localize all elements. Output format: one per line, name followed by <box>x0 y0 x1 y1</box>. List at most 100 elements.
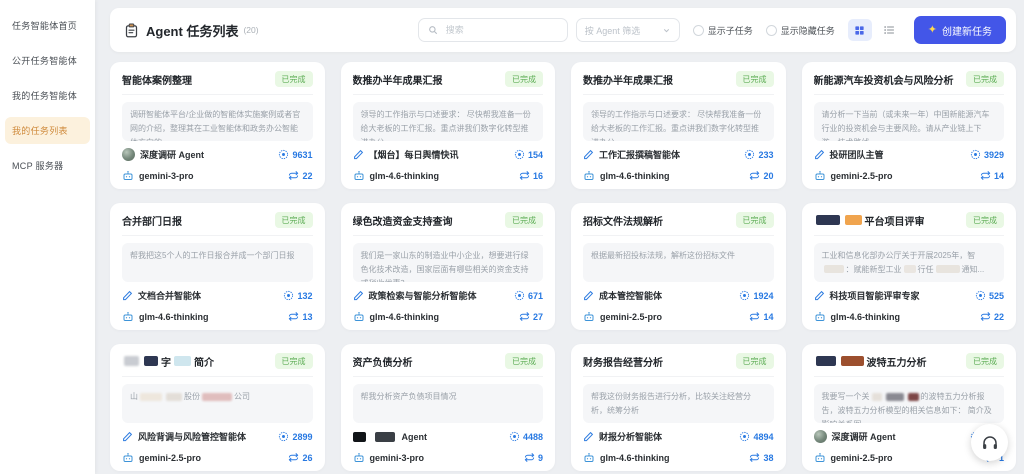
support-headphones-button[interactable] <box>971 424 1008 461</box>
status-badge: 已完成 <box>275 71 313 87</box>
redacted-text <box>140 393 162 401</box>
view-toggles <box>848 19 901 41</box>
pen-icon <box>353 290 364 301</box>
redacted-text <box>144 356 158 366</box>
views-stat: 9631 <box>278 149 312 160</box>
task-description: 帮我把这5个人的工作日报合并成一个部门日报 <box>122 243 313 282</box>
loops-stat: 16 <box>519 170 543 181</box>
task-description: 请分析一下当前（或未来一年）中国新能源汽车行业的投资机会与主要风险。请从产业链上… <box>814 102 1005 141</box>
robot-icon <box>814 452 826 464</box>
redacted-text <box>353 432 366 442</box>
task-card[interactable]: 新能源汽车投资机会与风险分析 已完成 请分析一下当前（或未来一年）中国新能源汽车… <box>802 62 1017 189</box>
task-title: 资产负债分析 <box>353 354 413 369</box>
task-card[interactable]: 资产负债分析 已完成 帮我分析资产负债项目情况 Agent 4488 gemi <box>341 344 556 471</box>
views-stat: 4894 <box>739 431 773 442</box>
agent-filter-select[interactable]: 按 Agent 筛选 <box>576 18 680 42</box>
loops-stat: 9 <box>524 452 543 463</box>
target-icon <box>975 290 986 301</box>
status-badge: 已完成 <box>736 353 774 369</box>
create-task-button[interactable]: ✦ 创建新任务 <box>914 16 1006 44</box>
loops-stat: 22 <box>980 311 1004 322</box>
target-icon <box>278 431 289 442</box>
radio-icon[interactable] <box>766 25 777 36</box>
task-title: 智能体案例整理 <box>122 72 192 87</box>
task-title: 绿色改造资金支持查询 <box>353 213 453 228</box>
show-hidden-tasks-toggle[interactable]: 显示隐藏任务 <box>766 24 835 37</box>
repeat-icon <box>749 311 760 322</box>
agent-name: 投研团队主管 <box>814 148 884 161</box>
list-view-button[interactable] <box>877 19 901 41</box>
task-card[interactable]: 财务报告经营分析 已完成 帮我这份财务报告进行分析，比较关注经营分析，统筹分析 … <box>571 344 786 471</box>
show-subtasks-label: 显示子任务 <box>708 24 753 37</box>
loops-stat: 20 <box>749 170 773 181</box>
redacted-text <box>124 356 139 366</box>
task-card[interactable]: 数推办半年成果汇报 已完成 领导的工作指示与口述要求： 尽快帮我准备一份给大老板… <box>341 62 556 189</box>
sidebar-item-my-task-list[interactable]: 我的任务列表 <box>5 117 90 144</box>
model-name: glm-4.6-thinking <box>353 170 440 182</box>
robot-icon <box>122 170 134 182</box>
task-card[interactable]: 数推办半年成果汇报 已完成 领导的工作指示与口述要求： 尽快帮我准备一份给大老板… <box>571 62 786 189</box>
model-name: glm-4.6-thinking <box>814 311 901 323</box>
show-subtasks-toggle[interactable]: 显示子任务 <box>693 24 753 37</box>
sparkle-icon: ✦ <box>928 25 937 36</box>
views-stat: 4488 <box>509 431 543 442</box>
task-card[interactable]: 招标文件法规解析 已完成 根据最新招投标法规，解析这份招标文件 成本管控智能体 … <box>571 203 786 330</box>
agent-name: 深度调研 Agent <box>122 148 204 161</box>
agent-name: 文档合并智能体 <box>122 289 201 302</box>
task-description: 我要写一个关的波特五力分析报告，波特五力分析模型的相关信息如下： 简介及影响关系… <box>814 384 1005 423</box>
loops-stat: 27 <box>519 311 543 322</box>
agent-name: 政策检索与智能分析智能体 <box>353 289 477 302</box>
redacted-text <box>908 393 919 401</box>
robot-icon <box>583 311 595 323</box>
task-description: 帮我分析资产负债项目情况 <box>353 384 544 423</box>
robot-icon <box>353 311 365 323</box>
sidebar-item-mcp-server[interactable]: MCP 服务器 <box>5 152 90 179</box>
agent-name: 科技项目智能评审专家 <box>814 289 920 302</box>
agent-name: 【烟台】每日舆情快讯 <box>353 148 459 161</box>
target-icon <box>739 431 750 442</box>
task-title: 平台项目评审 <box>814 213 925 228</box>
redacted-text <box>174 356 191 366</box>
task-card[interactable]: 绿色改造资金支持查询 已完成 我们是一家山东的制造业中小企业，想要进行绿色化技术… <box>341 203 556 330</box>
task-title: 财务报告经营分析 <box>583 354 663 369</box>
task-card[interactable]: 平台项目评审 已完成 工业和信息化部办公厅关于开展2025年，智：赋能新型工业行… <box>802 203 1017 330</box>
pen-icon <box>122 431 133 442</box>
loops-stat: 14 <box>980 170 1004 181</box>
task-card[interactable]: 字 简介 已完成 山股份公司 风险背调与风险管控智能体 2899 <box>110 344 325 471</box>
agent-name: 成本管控智能体 <box>583 289 662 302</box>
task-title: 数推办半年成果汇报 <box>583 72 673 87</box>
sidebar-item-public-agents[interactable]: 公开任务智能体 <box>5 47 90 74</box>
status-badge: 已完成 <box>275 353 313 369</box>
search-box[interactable] <box>418 18 568 42</box>
target-icon <box>739 290 750 301</box>
model-name: glm-4.6-thinking <box>583 170 670 182</box>
status-badge: 已完成 <box>736 212 774 228</box>
target-icon <box>970 149 981 160</box>
task-title: 数推办半年成果汇报 <box>353 72 443 87</box>
pen-icon <box>583 431 594 442</box>
model-name: glm-4.6-thinking <box>353 311 440 323</box>
task-card[interactable]: 智能体案例整理 已完成 调研智能体平台/企业做的智能体实施案例或者官网的介绍，整… <box>110 62 325 189</box>
model-name: gemini-3-pro <box>353 452 425 464</box>
target-icon <box>509 431 520 442</box>
task-description: 领导的工作指示与口述要求： 尽快帮我准备一份给大老板的工作汇报。重点讲我们数字化… <box>583 102 774 141</box>
status-badge: 已完成 <box>966 353 1004 369</box>
robot-icon <box>583 170 595 182</box>
grid-view-button[interactable] <box>848 19 872 41</box>
pen-icon <box>814 149 825 160</box>
search-input[interactable] <box>444 24 558 36</box>
views-stat: 2899 <box>278 431 312 442</box>
views-stat: 233 <box>744 149 773 160</box>
target-icon <box>514 290 525 301</box>
task-card[interactable]: 合并部门日报 已完成 帮我把这5个人的工作日报合并成一个部门日报 文档合并智能体… <box>110 203 325 330</box>
target-icon <box>514 149 525 160</box>
status-badge: 已完成 <box>275 212 313 228</box>
sidebar-item-agent-home[interactable]: 任务智能体首页 <box>5 12 90 39</box>
agent-name: 深度调研 Agent <box>814 430 896 443</box>
radio-icon[interactable] <box>693 25 704 36</box>
page-title: Agent 任务列表 <box>146 21 238 40</box>
model-name: gemini-2.5-pro <box>583 311 662 323</box>
pen-icon <box>583 290 594 301</box>
agent-name: Agent <box>353 432 428 442</box>
sidebar-item-my-agents[interactable]: 我的任务智能体 <box>5 82 90 109</box>
